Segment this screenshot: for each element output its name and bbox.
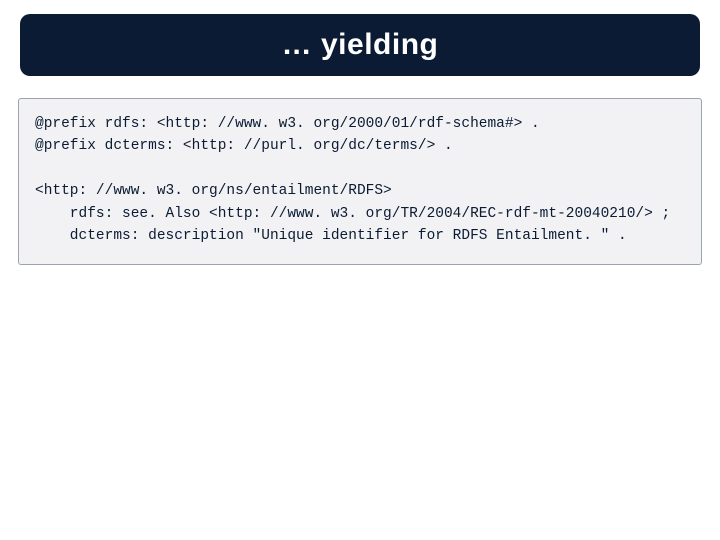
code-block: @prefix rdfs: <http: //www. w3. org/2000…	[18, 98, 702, 265]
page-title: … yielding	[282, 28, 439, 62]
code-line-1: @prefix rdfs: <http: //www. w3. org/2000…	[35, 116, 540, 132]
code-line-5: dcterms: description "Unique identifier …	[35, 228, 627, 244]
title-banner: … yielding	[20, 14, 700, 76]
slide: … yielding @prefix rdfs: <http: //www. w…	[0, 0, 720, 540]
code-line-2: @prefix dcterms: <http: //purl. org/dc/t…	[35, 138, 453, 154]
code-line-4: rdfs: see. Also <http: //www. w3. org/TR…	[35, 206, 670, 222]
code-line-3: <http: //www. w3. org/ns/entailment/RDFS…	[35, 183, 392, 199]
